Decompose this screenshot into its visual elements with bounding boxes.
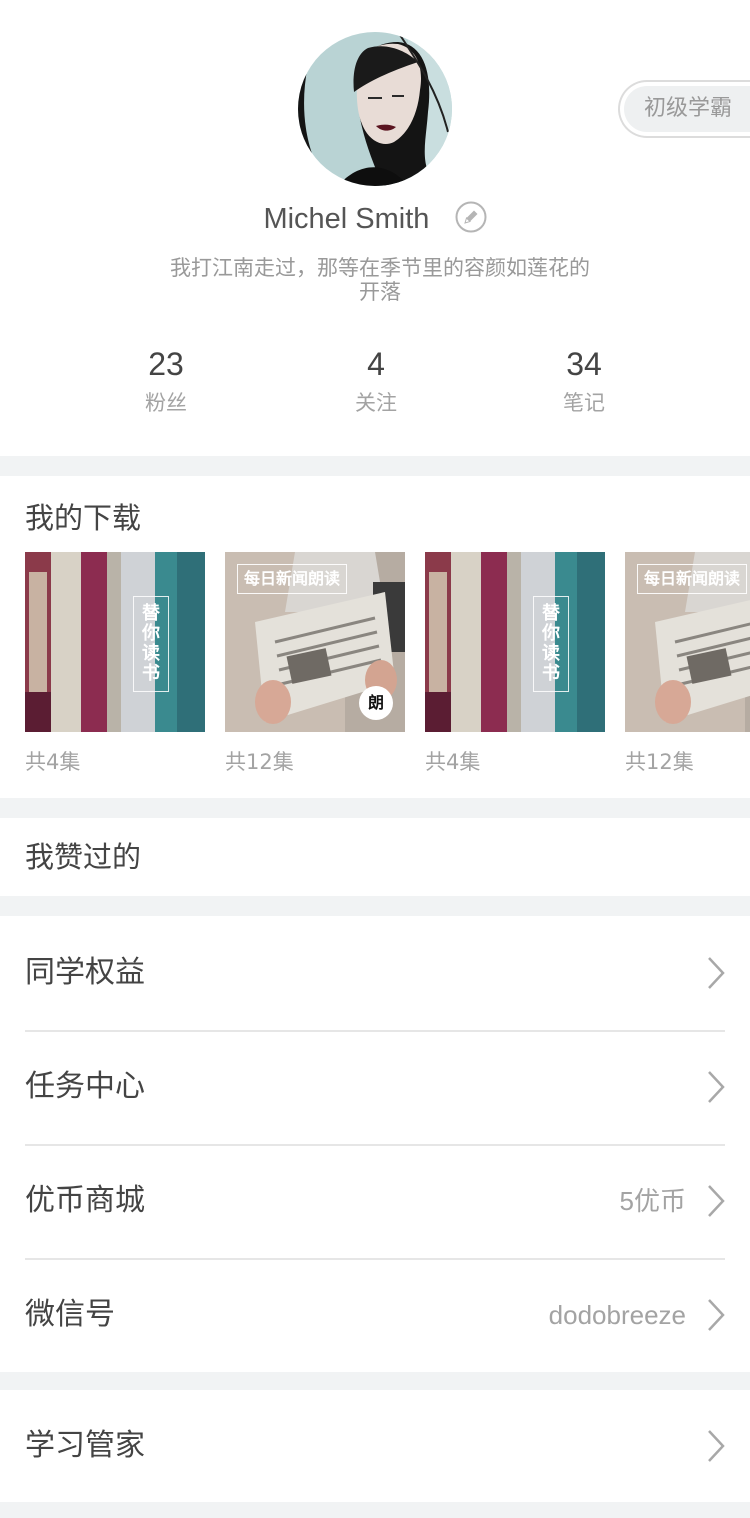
books-image — [425, 552, 605, 732]
menu-label: 微信号 — [25, 1297, 115, 1332]
download-item-cover[interactable]: 每日新闻朗读 — [625, 552, 750, 732]
avatar-photo — [298, 32, 452, 186]
liked-title: 我赞过的 — [25, 840, 142, 874]
coin-balance: 5优币 — [619, 1186, 686, 1216]
cover-label: 替你读书 — [533, 596, 569, 692]
stat-fans[interactable]: 23 粉丝 — [86, 344, 246, 419]
download-item-cover[interactable]: 每日新闻朗读 朗 — [225, 552, 405, 732]
menu-item-wechat[interactable]: 微信号 dodobreeze — [0, 1258, 750, 1372]
downloads-title: 我的下载 — [25, 501, 142, 535]
menu-item-coin-store[interactable]: 优币商城 5优币 — [0, 1144, 750, 1258]
stat-notes[interactable]: 34 笔记 — [504, 344, 664, 419]
menu-label: 任务中心 — [25, 1069, 145, 1104]
menu-list-secondary: 学习管家 — [0, 1390, 750, 1502]
chevron-right-icon — [708, 1299, 725, 1331]
edit-icon[interactable] — [455, 201, 487, 233]
stat-value: 23 — [148, 346, 184, 382]
menu-item-benefits[interactable]: 同学权益 — [0, 916, 750, 1030]
menu-item-study-manager[interactable]: 学习管家 — [0, 1390, 750, 1504]
menu-label: 同学权益 — [25, 955, 145, 990]
downloads-section: 我的下载 替你读书 共4集 每日新闻朗读 朗 共12集 替你读书 共4集 每日新… — [0, 476, 750, 798]
episode-count: 共4集 — [25, 750, 81, 774]
chevron-right-icon — [708, 1071, 725, 1103]
profile-header: 初级学霸 Michel Smith 我打江南走过，那等在季节里的容颜如莲花的开落… — [0, 0, 750, 456]
menu-label: 学习管家 — [25, 1428, 145, 1463]
cover-label: 每日新闻朗读 — [637, 564, 748, 594]
level-badge[interactable]: 初级学霸 — [618, 80, 750, 138]
chevron-right-icon — [708, 1430, 725, 1462]
stat-label: 粉丝 — [145, 391, 187, 415]
read-badge: 朗 — [359, 686, 393, 720]
menu-list: 同学权益 任务中心 优币商城 5优币 微信号 dodobreeze — [0, 916, 750, 1372]
level-label: 初级学霸 — [624, 86, 750, 132]
cover-label: 替你读书 — [133, 596, 169, 692]
download-item-cover[interactable]: 替你读书 — [425, 552, 605, 732]
chevron-right-icon — [708, 1185, 725, 1217]
avatar[interactable] — [298, 32, 452, 186]
stat-value: 34 — [566, 346, 602, 382]
stat-value: 4 — [367, 346, 385, 382]
stat-following[interactable]: 4 关注 — [296, 344, 456, 419]
books-image — [25, 552, 205, 732]
episode-count: 共12集 — [625, 750, 694, 774]
menu-label: 优币商城 — [25, 1183, 145, 1218]
menu-item-tasks[interactable]: 任务中心 — [0, 1030, 750, 1144]
wechat-id: dodobreeze — [548, 1300, 686, 1330]
chevron-right-icon — [708, 957, 725, 989]
user-name: Michel Smith — [263, 203, 430, 235]
profile-page: 初级学霸 Michel Smith 我打江南走过，那等在季节里的容颜如莲花的开落… — [0, 0, 750, 1518]
stat-label: 笔记 — [563, 391, 605, 415]
download-item-cover[interactable]: 替你读书 — [25, 552, 205, 732]
name-row: Michel Smith — [0, 196, 750, 242]
episode-count: 共12集 — [225, 750, 294, 774]
cover-label: 每日新闻朗读 — [237, 564, 348, 594]
stat-label: 关注 — [355, 391, 397, 415]
liked-section[interactable]: 我赞过的 — [0, 818, 750, 896]
episode-count: 共4集 — [425, 750, 481, 774]
user-bio: 我打江南走过，那等在季节里的容颜如莲花的开落 — [170, 256, 590, 304]
